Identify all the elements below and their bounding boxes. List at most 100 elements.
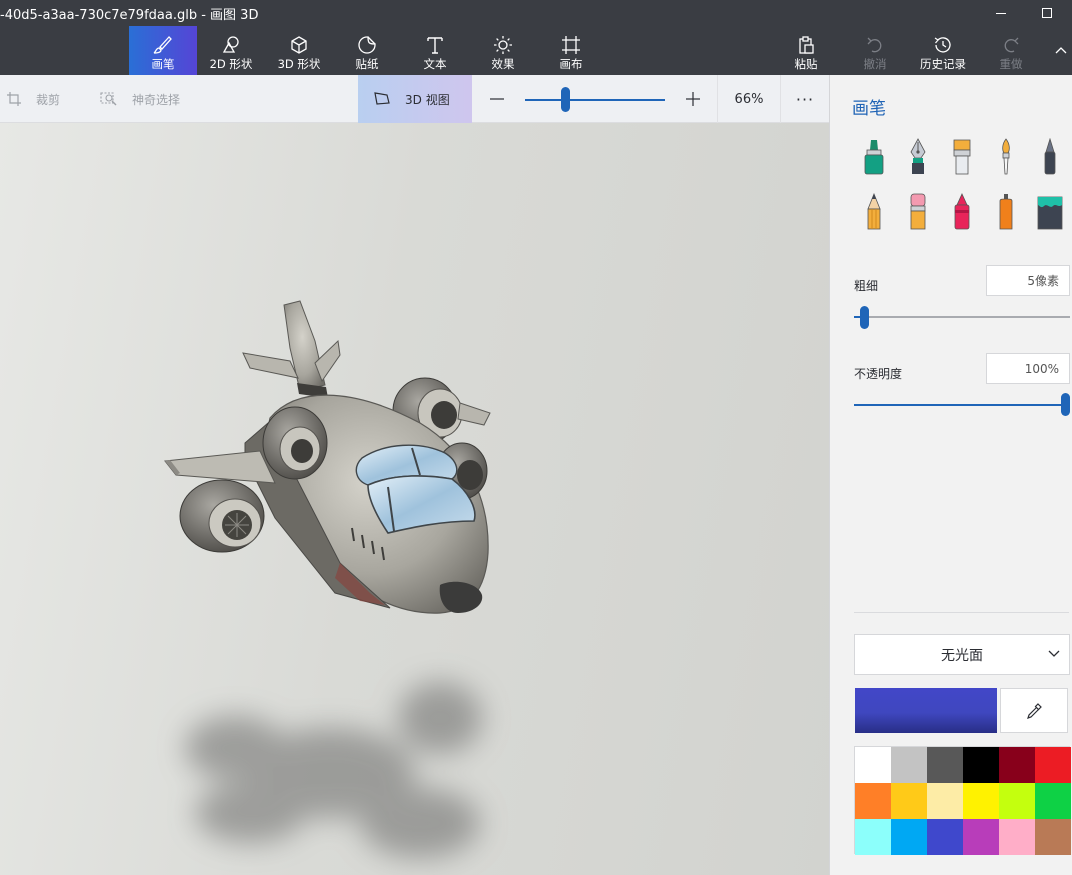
canvas-icon bbox=[560, 34, 582, 56]
more-options-button[interactable]: ··· bbox=[781, 75, 829, 123]
history-button[interactable]: 历史记录 bbox=[909, 26, 977, 75]
color-swatch[interactable] bbox=[855, 783, 891, 819]
collapse-ribbon-button[interactable] bbox=[1050, 38, 1072, 62]
cube-icon bbox=[288, 34, 310, 56]
magic-select-label: 神奇选择 bbox=[132, 92, 181, 107]
chevron-down-icon bbox=[1048, 650, 1060, 657]
oil-brush[interactable] bbox=[945, 137, 979, 177]
thickness-label: 粗细 bbox=[854, 279, 879, 293]
brushes-tab-label: 画笔 bbox=[151, 57, 175, 71]
zoom-in-button[interactable] bbox=[681, 87, 705, 111]
marker-icon bbox=[864, 140, 884, 175]
title-bar: -40d5-a3aa-730c7e79fdaa.glb - 画图 3D bbox=[0, 0, 1072, 26]
plus-icon bbox=[686, 92, 700, 106]
undo-button[interactable]: 撤消 bbox=[841, 26, 909, 75]
panel-divider bbox=[854, 612, 1069, 613]
color-swatch[interactable] bbox=[927, 783, 963, 819]
color-swatch[interactable] bbox=[855, 819, 891, 855]
color-swatch[interactable] bbox=[927, 819, 963, 855]
color-swatch[interactable] bbox=[963, 747, 999, 783]
paste-button[interactable]: 粘贴 bbox=[772, 26, 840, 75]
canvas-3d[interactable] bbox=[0, 123, 829, 875]
crop-button[interactable]: 裁剪 bbox=[6, 75, 60, 123]
view-3d-button[interactable]: 3D 视图 bbox=[358, 75, 472, 123]
opacity-field[interactable]: 100% bbox=[986, 353, 1070, 384]
stickers-tab-label: 贴纸 bbox=[355, 57, 379, 71]
brush-icon bbox=[152, 34, 174, 56]
color-swatch[interactable] bbox=[1035, 783, 1071, 819]
pixel-pen-brush[interactable] bbox=[1033, 137, 1067, 177]
watercolor-brush[interactable] bbox=[989, 137, 1023, 177]
magic-select-button[interactable]: 神奇选择 bbox=[100, 75, 180, 123]
zoom-slider-thumb[interactable] bbox=[561, 87, 571, 112]
finish-dropdown[interactable]: 无光面 bbox=[854, 634, 1070, 675]
marker-brush[interactable] bbox=[857, 137, 891, 177]
color-swatch[interactable] bbox=[963, 819, 999, 855]
current-color-swatch[interactable] bbox=[855, 688, 997, 733]
redo-button[interactable]: 重做 bbox=[977, 26, 1045, 75]
airplane-model[interactable] bbox=[0, 123, 829, 875]
maximize-icon bbox=[1042, 8, 1052, 18]
color-swatch[interactable] bbox=[1035, 747, 1071, 783]
history-label: 历史记录 bbox=[920, 57, 966, 71]
pencil-brush[interactable] bbox=[857, 192, 891, 232]
shapes-2d-icon bbox=[220, 34, 242, 56]
crayon-brush[interactable] bbox=[945, 192, 979, 232]
color-swatch[interactable] bbox=[999, 747, 1035, 783]
color-swatch[interactable] bbox=[855, 747, 891, 783]
fill-bucket-brush[interactable] bbox=[1033, 192, 1067, 232]
color-swatch[interactable] bbox=[891, 783, 927, 819]
color-swatch[interactable] bbox=[963, 783, 999, 819]
canvas-tab[interactable]: 画布 bbox=[537, 26, 605, 75]
window-title: -40d5-a3aa-730c7e79fdaa.glb - 画图 3D bbox=[0, 8, 259, 23]
spray-can-brush[interactable] bbox=[989, 192, 1023, 232]
crayon-icon bbox=[954, 193, 970, 230]
pencil-icon bbox=[867, 193, 881, 230]
thickness-slider-track[interactable] bbox=[864, 316, 1070, 318]
color-swatch[interactable] bbox=[891, 819, 927, 855]
color-swatch[interactable] bbox=[927, 747, 963, 783]
zoom-slider-track[interactable] bbox=[525, 99, 665, 101]
chevron-up-icon bbox=[1055, 47, 1067, 54]
watercolor-icon bbox=[1002, 138, 1010, 175]
color-swatch[interactable] bbox=[999, 819, 1035, 855]
color-swatch[interactable] bbox=[999, 783, 1035, 819]
maximize-button[interactable] bbox=[1024, 0, 1070, 26]
spray-can-icon bbox=[999, 194, 1013, 230]
thickness-field[interactable]: 5像素 bbox=[986, 265, 1070, 296]
canvas-tab-label: 画布 bbox=[559, 57, 583, 71]
text-tab[interactable]: 文本 bbox=[401, 26, 469, 75]
magic-select-icon bbox=[100, 92, 117, 106]
fill-bucket-icon bbox=[1037, 196, 1063, 230]
shapes-2d-tab[interactable]: 2D 形状 bbox=[197, 26, 265, 75]
eyedropper-button[interactable] bbox=[1000, 688, 1068, 733]
zoom-out-button[interactable] bbox=[485, 87, 509, 111]
paint3d-window: -40d5-a3aa-730c7e79fdaa.glb - 画图 3D 画笔 2… bbox=[0, 0, 1072, 875]
brushes-tab[interactable]: 画笔 bbox=[129, 26, 197, 75]
minimize-button[interactable] bbox=[978, 0, 1024, 26]
crop-icon bbox=[7, 92, 21, 106]
zoom-percentage[interactable]: 66% bbox=[717, 75, 781, 123]
redo-icon bbox=[1000, 34, 1022, 56]
shapes-3d-tab[interactable]: 3D 形状 bbox=[265, 26, 333, 75]
secondary-toolbar: 裁剪 神奇选择 3D 视图 bbox=[0, 75, 829, 123]
view-3d-label: 3D 视图 bbox=[405, 92, 450, 107]
ribbon-toolbar: 画笔 2D 形状 3D 形状 贴纸 文本 效果 画布 粘贴 撤消 历史记录 重做 bbox=[0, 26, 1072, 75]
calligraphy-pen-brush[interactable] bbox=[901, 137, 935, 177]
minus-icon bbox=[490, 98, 504, 100]
stickers-tab[interactable]: 贴纸 bbox=[333, 26, 401, 75]
calligraphy-pen-icon bbox=[910, 138, 926, 174]
eraser-icon bbox=[910, 193, 926, 230]
eraser-brush[interactable] bbox=[901, 192, 935, 232]
color-swatch[interactable] bbox=[1035, 819, 1071, 855]
effects-tab[interactable]: 效果 bbox=[469, 26, 537, 75]
minimize-icon bbox=[996, 13, 1006, 14]
thickness-slider-thumb[interactable] bbox=[860, 306, 870, 329]
paste-icon bbox=[795, 34, 817, 56]
color-swatch[interactable] bbox=[891, 747, 927, 783]
opacity-label: 不透明度 bbox=[854, 367, 903, 381]
undo-label: 撤消 bbox=[863, 57, 887, 71]
opacity-slider-thumb[interactable] bbox=[1061, 393, 1070, 416]
color-palette bbox=[854, 746, 1071, 855]
shapes-3d-tab-label: 3D 形状 bbox=[277, 57, 321, 71]
